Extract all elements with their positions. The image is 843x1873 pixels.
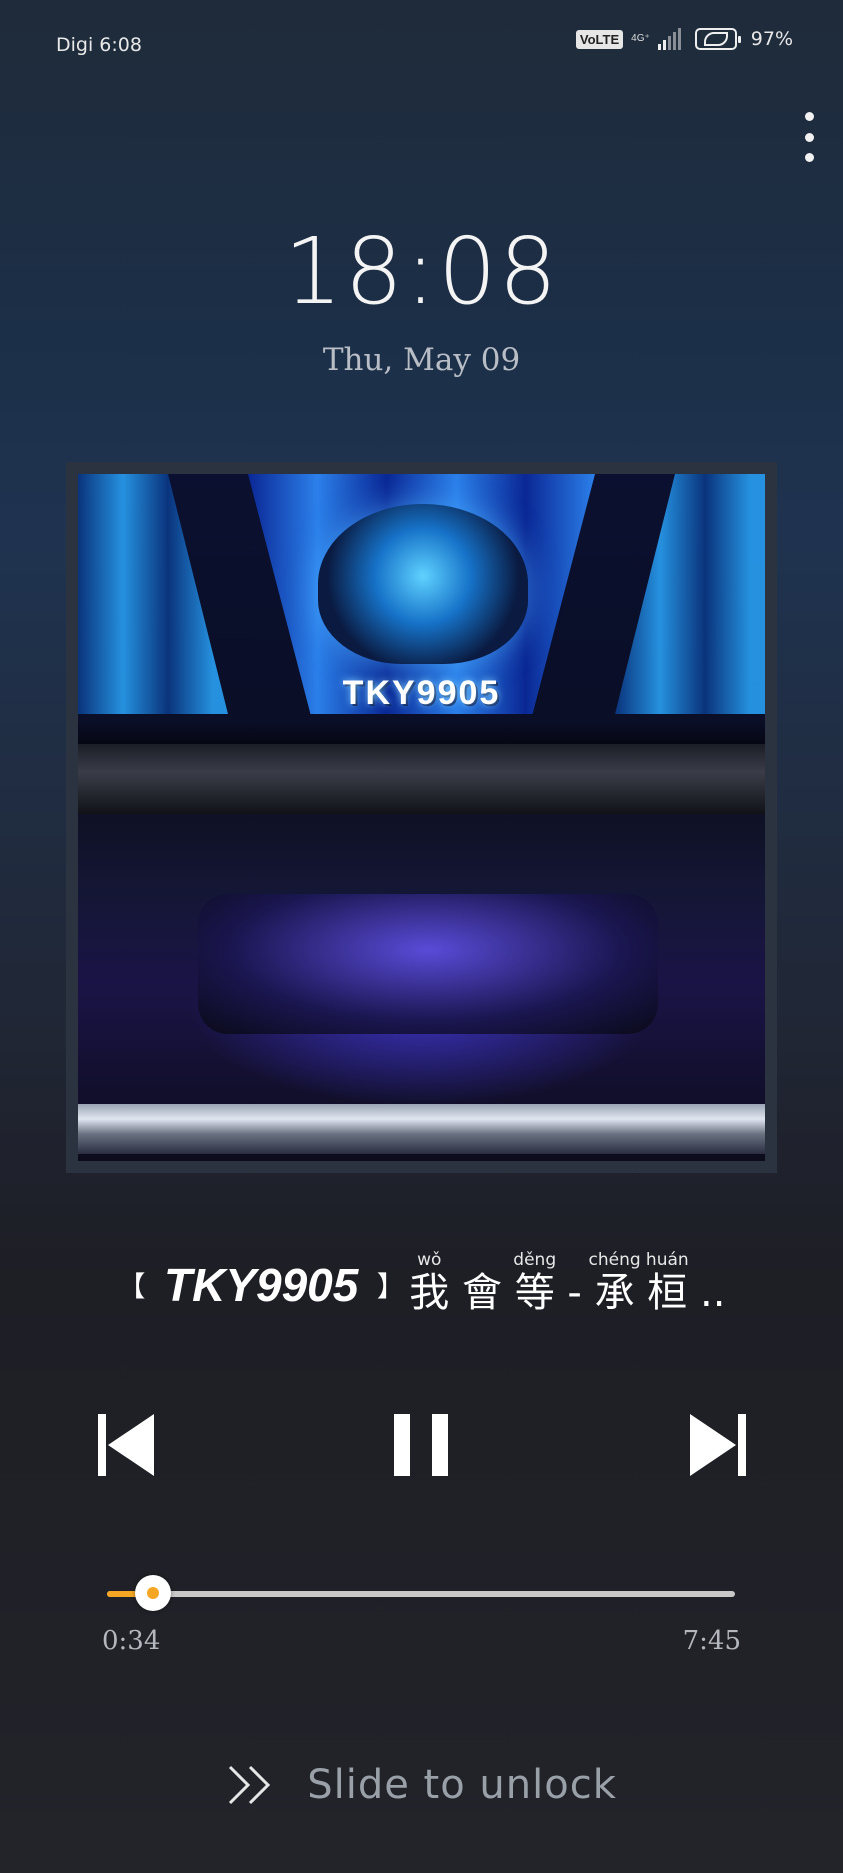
pause-button[interactable] xyxy=(392,1410,450,1480)
progress-slider[interactable] xyxy=(107,1575,735,1611)
title-char: 承chéng xyxy=(588,1250,641,1316)
lock-date: Thu, May 09 xyxy=(322,342,521,378)
title-char: - xyxy=(567,1270,582,1316)
title-char: 我wǒ xyxy=(409,1250,450,1316)
title-char: 會 xyxy=(461,1270,502,1316)
skip-next-icon xyxy=(690,1414,746,1476)
samurai-emblem xyxy=(318,504,528,664)
title-cjk: 我wǒ 會 等děng - 承chéng 桓huán .. xyxy=(409,1250,726,1318)
status-icons: VoLTE 4G⁺ 97% xyxy=(575,28,793,50)
title-char: .. xyxy=(700,1270,726,1316)
album-art-text: TKY9905 xyxy=(342,674,501,712)
slide-to-unlock[interactable]: Slide to unlock xyxy=(0,1762,843,1808)
volte-icon: VoLTE xyxy=(575,29,624,49)
unlock-label: Slide to unlock xyxy=(307,1762,617,1808)
network-type-icon: 4G⁺ xyxy=(631,33,650,44)
status-bar: Digi 6:08 VoLTE 4G⁺ 97% xyxy=(0,28,843,68)
title-char: 桓huán xyxy=(645,1250,689,1316)
more-options-icon[interactable] xyxy=(799,112,819,162)
current-time: 0:34 xyxy=(102,1626,161,1656)
lock-clock: 18:08 xyxy=(283,218,560,325)
album-art-frame: TKY9905 xyxy=(66,462,777,1173)
title-bracket-close: 】 xyxy=(376,1271,405,1302)
title-char: 等děng xyxy=(513,1250,557,1316)
title-bracket-open: 【 xyxy=(117,1271,146,1302)
skip-previous-icon xyxy=(98,1414,154,1476)
double-chevron-right-icon xyxy=(229,1765,271,1805)
previous-track-button[interactable] xyxy=(96,1410,156,1480)
battery-percent: 97% xyxy=(750,28,793,50)
track-title: 【 TKY9905 】 我wǒ 會 等děng - 承chéng 桓huán .… xyxy=(0,1250,843,1318)
battery-icon xyxy=(694,28,741,50)
total-time: 7:45 xyxy=(682,1626,741,1656)
album-art: TKY9905 xyxy=(78,474,765,1161)
progress-track xyxy=(107,1591,735,1597)
next-track-button[interactable] xyxy=(688,1410,748,1480)
playback-controls xyxy=(0,1410,843,1490)
pause-icon xyxy=(394,1414,448,1476)
signal-strength-icon xyxy=(657,28,681,50)
power-saving-leaf-icon xyxy=(703,32,728,46)
title-main: TKY9905 xyxy=(164,1259,359,1311)
progress-thumb[interactable] xyxy=(134,1575,171,1611)
carrier-label: Digi 6:08 xyxy=(56,34,142,56)
